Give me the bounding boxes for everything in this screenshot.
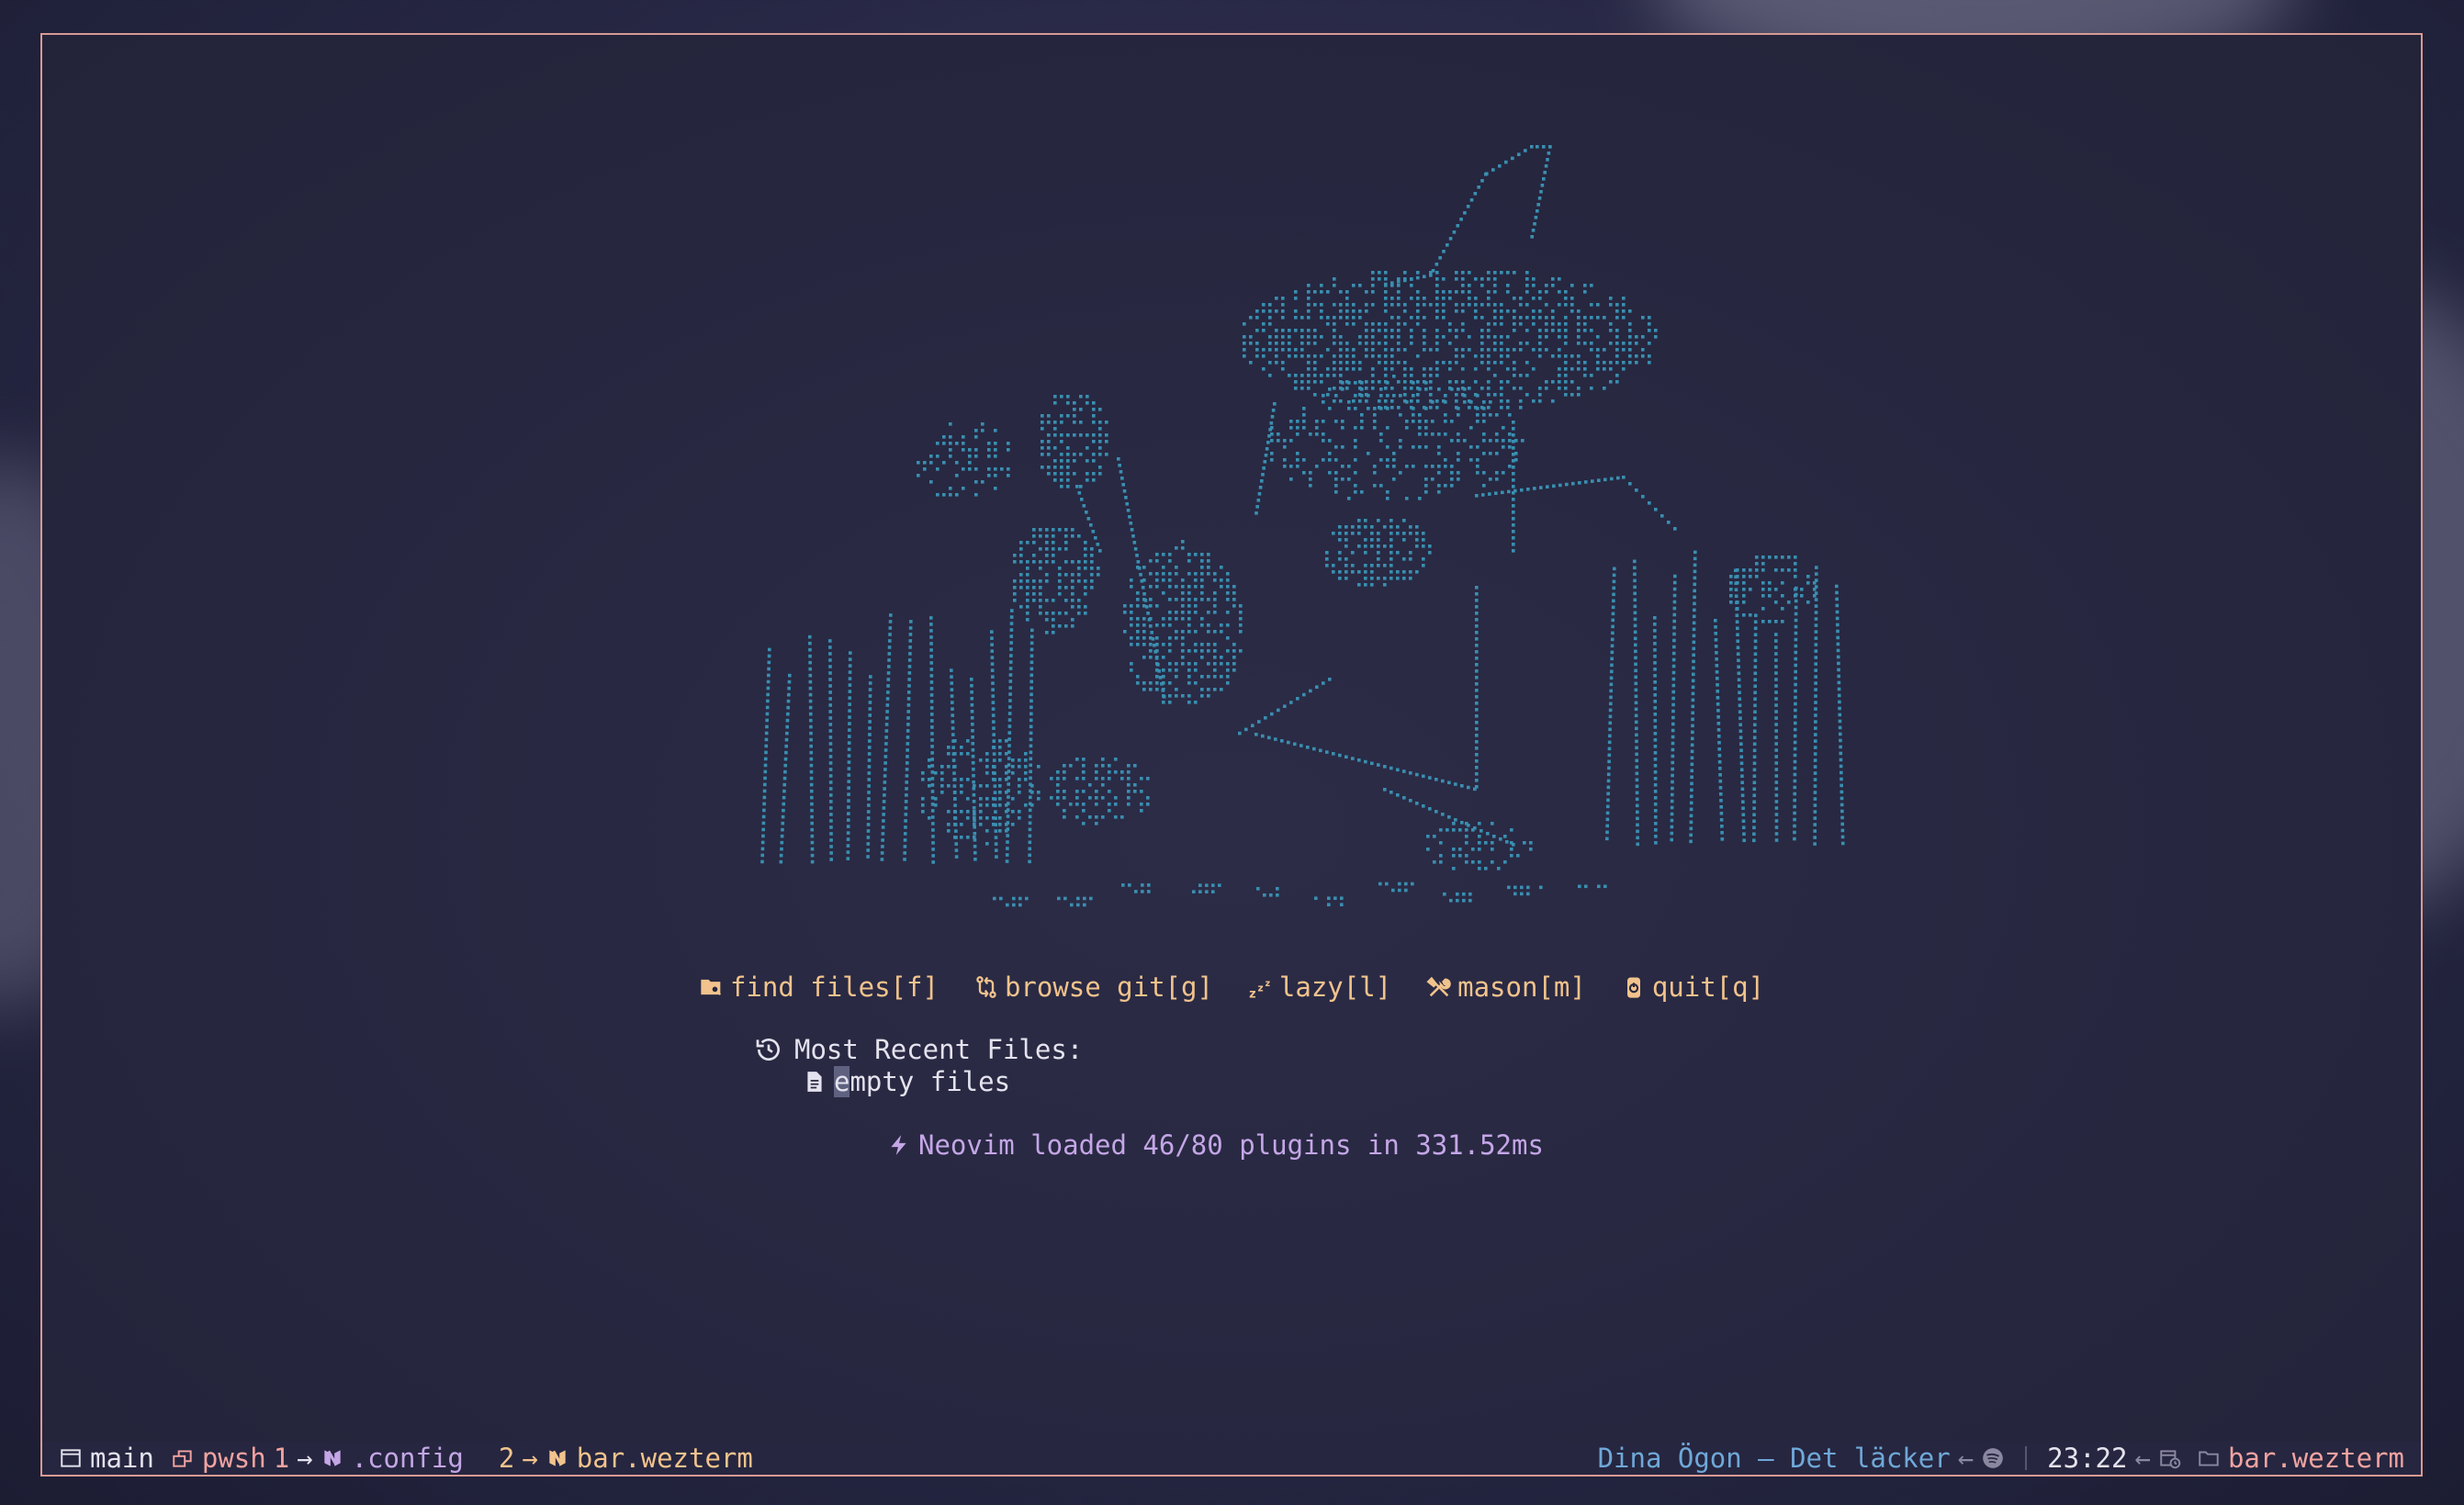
recent-files-title: Most Recent Files:	[794, 1033, 1084, 1065]
svg-text:z: z	[1266, 979, 1270, 989]
recent-files-section: Most Recent Files: empty files	[754, 1033, 1083, 1097]
sleep-icon: zzz	[1249, 979, 1270, 1000]
window-icon	[61, 1449, 81, 1467]
svg-text:z: z	[1257, 983, 1263, 994]
power-icon	[1626, 977, 1640, 998]
tools-icon	[1426, 976, 1451, 997]
calendar-clock-icon	[2160, 1450, 2181, 1469]
find-files-label: find files[f]	[729, 972, 939, 1003]
recent-files-header: Most Recent Files:	[754, 1033, 1083, 1065]
quit-button[interactable]: quit[q]	[1621, 972, 1764, 1003]
mason-button[interactable]: mason[m]	[1426, 972, 1586, 1003]
neovim-icon	[323, 1450, 341, 1466]
status-bar: main pwsh 1 → .config 2 → bar.wezterm Di…	[42, 1442, 2421, 1475]
startup-text: Neovim loaded 46/80 plugins in 331.52ms	[918, 1129, 1544, 1161]
mason-label: mason[m]	[1457, 972, 1586, 1003]
recent-file-item[interactable]: empty files	[803, 1065, 1083, 1097]
tab1-dir[interactable]: .config	[352, 1443, 464, 1474]
arrow-left-icon: ←	[2134, 1443, 2151, 1474]
tab1-shell[interactable]: pwsh	[202, 1443, 266, 1474]
text-cursor: e	[834, 1065, 850, 1097]
lazy-label: lazy[l]	[1278, 972, 1392, 1003]
startup-message: Neovim loaded 46/80 plugins in 331.52ms	[887, 1129, 1544, 1161]
arrow-left-icon: ←	[1957, 1443, 1975, 1474]
ascii-art-snufkin	[760, 145, 1845, 907]
now-playing: Dina Ögon – Det läcker	[1597, 1443, 1951, 1474]
current-directory: bar.wezterm	[2227, 1443, 2404, 1474]
lazy-button[interactable]: zzz lazy[l]	[1248, 972, 1391, 1003]
quit-label: quit[q]	[1651, 972, 1765, 1003]
ascii-art-dots	[760, 145, 1845, 907]
folder-icon	[2199, 1451, 2219, 1466]
tabs-icon	[173, 1450, 192, 1467]
history-icon	[756, 1038, 780, 1061]
browse-git-label: browse git[g]	[1004, 972, 1213, 1003]
tab1-index[interactable]: 1	[274, 1443, 289, 1474]
recent-file-label: mpty files	[849, 1065, 1011, 1097]
folder-search-icon	[701, 979, 722, 995]
find-files-button[interactable]: find files[f]	[699, 972, 939, 1003]
file-icon	[807, 1071, 822, 1092]
spotify-icon	[1983, 1448, 2003, 1468]
clock: 23:22	[2047, 1443, 2128, 1474]
workspace-name[interactable]: main	[90, 1443, 154, 1474]
git-compare-icon	[976, 976, 996, 998]
dashboard-menu: find files[f] browse git[g] zzz lazy[l] …	[42, 972, 2421, 1003]
lightning-icon	[891, 1135, 906, 1155]
arrow-right-icon: →	[522, 1443, 538, 1474]
svg-text:z: z	[1249, 988, 1255, 1000]
neovim-icon	[549, 1450, 566, 1466]
tab2-dir[interactable]: bar.wezterm	[577, 1443, 753, 1474]
status-divider	[2025, 1446, 2028, 1470]
arrow-right-icon: →	[297, 1443, 313, 1474]
tab2-index[interactable]: 2	[499, 1443, 514, 1474]
browse-git-button[interactable]: browse git[g]	[973, 972, 1213, 1003]
terminal-window: find files[f] browse git[g] zzz lazy[l] …	[40, 33, 2423, 1477]
